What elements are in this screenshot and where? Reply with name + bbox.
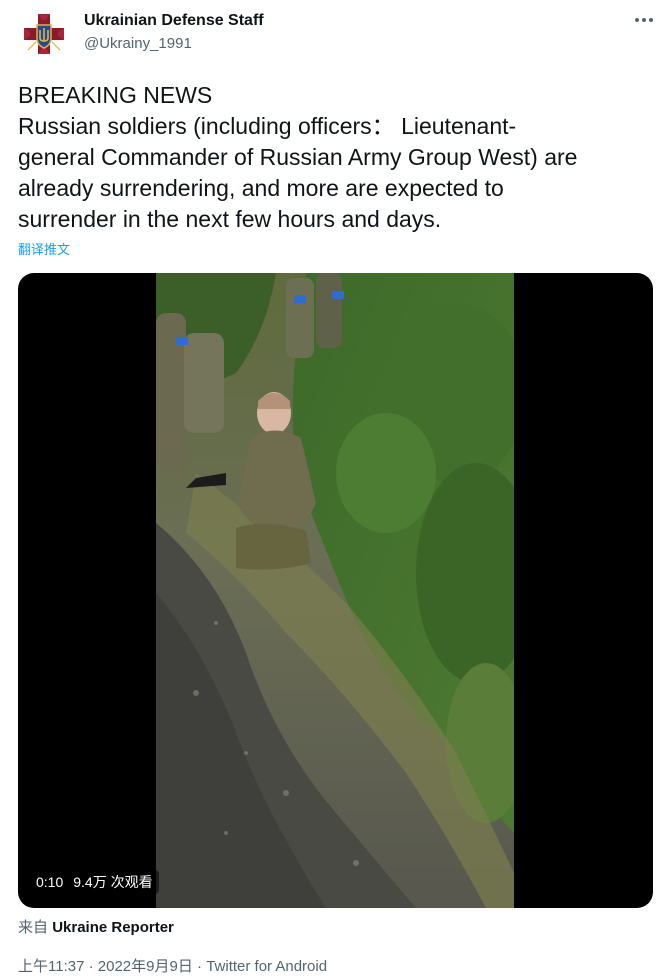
translate-tweet-link[interactable]: 翻译推文 bbox=[18, 239, 70, 258]
tweet-line: Russian soldiers (including officers： Li… bbox=[18, 113, 517, 139]
video-duration: 0:10 bbox=[36, 874, 64, 890]
source-prefix: 来自 bbox=[18, 919, 49, 936]
more-options-button[interactable] bbox=[628, 8, 660, 32]
video-player[interactable]: 0:10 9.4万 次观看 bbox=[18, 273, 653, 908]
tweet-text: BREAKING NEWS Russian soldiers (includin… bbox=[18, 80, 648, 235]
ukraine-armed-forces-emblem-icon bbox=[18, 8, 70, 60]
meta-separator: · bbox=[197, 958, 203, 975]
tweet-line: surrender in the next few hours and days… bbox=[18, 206, 442, 232]
author-name[interactable]: Ukrainian Defense Staff bbox=[84, 12, 264, 30]
video-thumbnail bbox=[156, 273, 514, 908]
video-info-badge: 0:10 9.4万 次观看 bbox=[30, 870, 159, 894]
tweet-line: general Commander of Russian Army Group … bbox=[18, 144, 578, 170]
meta-separator: · bbox=[88, 958, 94, 975]
source-name[interactable]: Ukraine Reporter bbox=[52, 919, 174, 936]
tweet-metadata: 上午11:37 · 2022年9月9日 · Twitter for Androi… bbox=[18, 955, 327, 976]
tweet-line: already surrendering, and more are expec… bbox=[18, 175, 504, 201]
tweet-time[interactable]: 上午11:37 bbox=[18, 958, 84, 975]
avatar[interactable] bbox=[18, 8, 70, 60]
author-handle[interactable]: @Ukrainy_1991 bbox=[84, 35, 192, 52]
tweet-line: BREAKING NEWS bbox=[18, 82, 213, 108]
more-dots-icon bbox=[635, 18, 639, 22]
tweet-client[interactable]: Twitter for Android bbox=[206, 958, 327, 975]
tweet-date[interactable]: 2022年9月9日 bbox=[98, 958, 193, 975]
video-view-count: 9.4万 次观看 bbox=[73, 874, 153, 890]
source-attribution: 来自 Ukraine Reporter bbox=[18, 916, 174, 937]
